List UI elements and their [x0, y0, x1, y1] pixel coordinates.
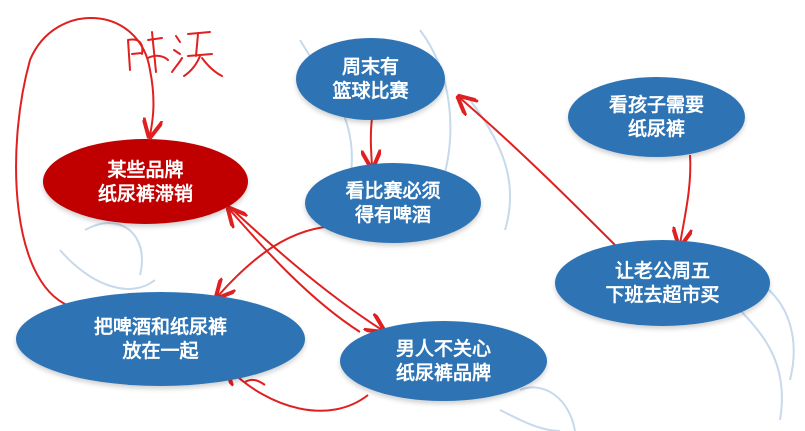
- node-label: 看比赛必须 得有啤酒: [345, 180, 441, 226]
- node-label: 某些品牌 纸尿裤滞销: [97, 158, 193, 205]
- node-label: 把啤酒和纸尿裤 放在一起: [93, 316, 227, 362]
- node-beer-needed: 看比赛必须 得有啤酒: [305, 163, 481, 243]
- arrow-diapers-to-husband: [680, 154, 690, 244]
- node-label: 男人不关心 纸尿裤品牌: [395, 338, 491, 384]
- node-slow-sales: 某些品牌 纸尿裤滞销: [43, 139, 248, 224]
- arrow-game-to-beer: [371, 117, 372, 166]
- node-diapers-needed: 看孩子需要 纸尿裤: [568, 77, 745, 157]
- diagram-canvas: 周末有 篮球比赛 看孩子需要 纸尿裤 某些品牌 纸尿裤滞销 看比赛必须 得有啤酒…: [0, 0, 805, 431]
- node-men-indifferent: 男人不关心 纸尿裤品牌: [340, 321, 547, 401]
- arrow-beer-to-together: [218, 224, 343, 296]
- node-place-together: 把啤酒和纸尿裤 放在一起: [16, 292, 305, 386]
- handwriting-annotation: [127, 31, 223, 77]
- node-label: 让老公周五 下班去超市买: [605, 260, 720, 306]
- node-weekend-game: 周末有 篮球比赛: [296, 38, 445, 120]
- node-husband-shops: 让老公周五 下班去超市买: [555, 240, 770, 326]
- node-label: 周末有 篮球比赛: [332, 56, 409, 102]
- node-label: 看孩子需要 纸尿裤: [608, 94, 704, 140]
